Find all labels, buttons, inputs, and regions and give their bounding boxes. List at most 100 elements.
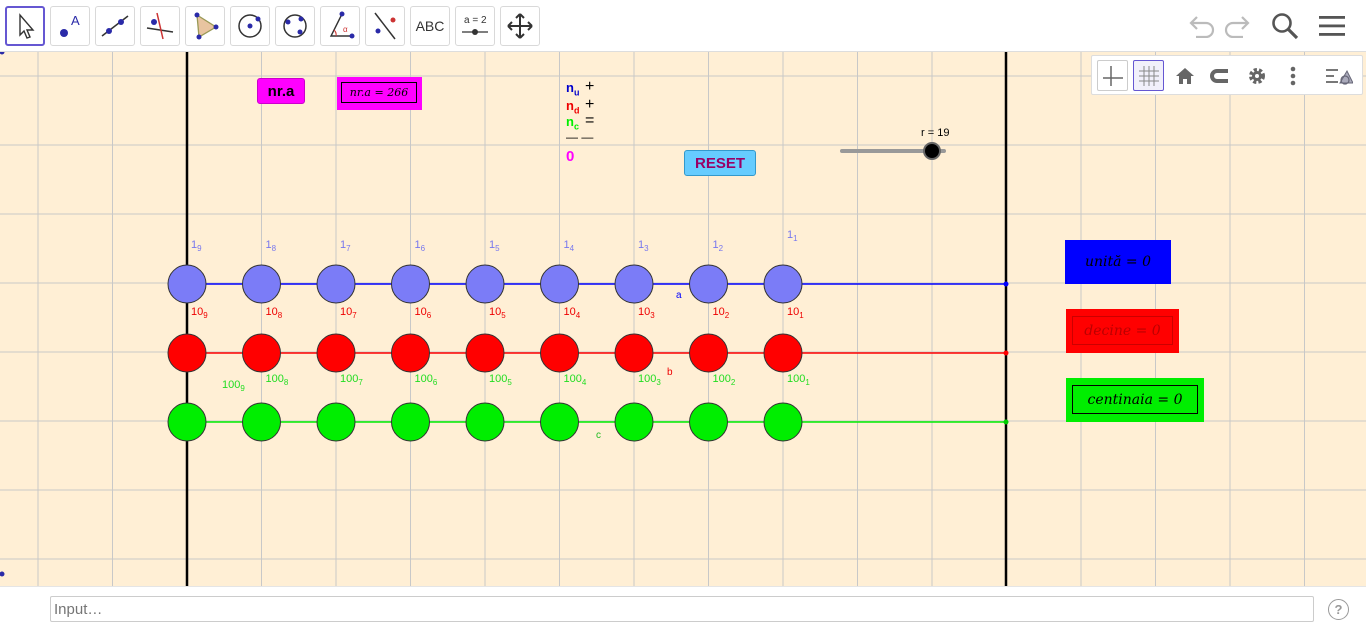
unit-counter[interactable] [242,264,281,304]
unit-counter[interactable] [465,264,505,304]
units-box-text: unită = 0 [1084,254,1152,270]
polygon-tool[interactable] [185,6,225,46]
ten-counter[interactable] [316,333,356,373]
hundred-counter[interactable] [316,402,356,442]
hundred-counter[interactable] [465,402,505,442]
circle-center-icon [238,14,262,38]
hundred-label-index: 5 [507,378,512,387]
text-tool[interactable]: ABC [410,6,450,46]
line-through-points-icon [101,15,129,37]
equals-sign: = [585,112,595,129]
help-icon[interactable]: ? [1328,599,1349,620]
move-graphics-tool[interactable] [500,6,540,46]
unit-label-index: 2 [719,244,724,253]
toggle-axes-button[interactable] [1097,60,1128,91]
hundred-label-index: 6 [433,378,438,387]
slider-icon: a = 2 [462,15,488,35]
line-b-endpoint[interactable] [1003,350,1009,356]
more-options-button[interactable] [1277,60,1308,91]
home-button[interactable] [1169,60,1200,91]
nra-button[interactable]: nr.a [257,78,305,104]
magnet-icon [1209,68,1228,83]
hundred-counter[interactable] [540,402,579,442]
ten-counter[interactable] [540,333,579,373]
main-menu-button[interactable] [1315,10,1349,42]
hundreds-box: centinaia = 0 [1066,378,1204,422]
toggle-style-bar-button[interactable] [1323,60,1354,91]
ten-label-index: 7 [352,311,357,320]
style-bar-toggle-icon [1326,68,1353,85]
ten-counter[interactable] [614,333,654,373]
move-arrows-icon [507,13,533,39]
slider-label: r = 19 [921,127,949,139]
settings-button[interactable] [1241,60,1272,91]
ten-counter[interactable] [763,333,803,373]
ten-counter[interactable] [167,333,207,373]
nra-value-box: nr.a = 266 [337,77,422,110]
undo-button[interactable] [1184,10,1218,42]
ten-counter[interactable] [391,333,430,373]
tens-box: decine = 0 [1066,309,1179,353]
perpendicular-icon [146,12,174,40]
toggle-grid-button[interactable] [1133,60,1164,91]
reflect-icon [374,12,396,40]
graphics-view[interactable]: a b c 19 18 17 16 15 14 13 12 11 109 108 107 106 105… [0,52,1366,586]
unit-label-index: 4 [570,244,575,253]
circle-tool[interactable] [230,6,270,46]
plus-1: + [585,78,595,95]
hundred-label-index: 4 [582,378,587,387]
angle-tool[interactable]: α [320,6,360,46]
svg-text:A: A [71,13,80,28]
ten-counter[interactable] [689,333,728,373]
reset-button[interactable]: RESET [684,150,756,176]
home-icon [1175,67,1194,84]
hamburger-menu-icon [1319,16,1345,36]
search-button[interactable] [1268,10,1302,42]
point-tool[interactable]: A [50,6,90,46]
ten-label-index: 4 [576,311,581,320]
hundred-label-index: 2 [731,378,736,387]
slider-handle[interactable] [923,142,941,160]
redo-button[interactable] [1221,10,1255,42]
hundred-counter[interactable] [242,402,281,442]
undo-icon [1189,16,1215,38]
unit-label-index: 1 [793,234,798,243]
redo-icon [1224,16,1250,38]
point-capturing-button[interactable] [1205,60,1236,91]
line-tool[interactable] [95,6,135,46]
reflect-tool[interactable] [365,6,405,46]
tens-box-text: decine = 0 [1072,316,1173,345]
ellipse-tool[interactable] [275,6,315,46]
hundreds-box-text: centinaia = 0 [1072,385,1198,414]
hundred-counter[interactable] [167,402,207,442]
unit-counter[interactable] [391,264,430,304]
unit-counter[interactable] [614,264,654,304]
perpendicular-line-tool[interactable] [140,6,180,46]
unit-counter[interactable] [316,264,356,304]
line-a-endpoint[interactable] [1003,281,1009,287]
line-c-label: c [596,430,601,441]
hundred-counter[interactable] [689,402,728,442]
slider-tool[interactable]: a = 2 [455,6,495,46]
move-tool[interactable] [5,6,45,46]
axes-icon [1102,65,1123,86]
unit-label-index: 3 [644,244,649,253]
sum-result: 0 [566,148,575,165]
ten-counter[interactable] [465,333,505,373]
ten-counter[interactable] [242,333,281,373]
svg-text:a = 2: a = 2 [464,15,487,26]
unit-counter[interactable] [763,264,803,304]
ten-label-index: 3 [650,311,655,320]
hundred-label-index: 1 [805,378,810,387]
hundred-counter[interactable] [763,402,803,442]
line-c-endpoint[interactable] [1003,419,1009,425]
kebab-menu-icon [1290,66,1295,85]
unit-counter[interactable] [167,264,207,304]
algebra-input-field[interactable] [50,596,1314,622]
hundred-counter[interactable] [391,402,430,442]
unit-counter[interactable] [689,264,728,304]
gear-icon [1248,67,1265,84]
unit-counter[interactable] [540,264,579,304]
hundred-counter[interactable] [614,402,654,442]
ten-label-index: 9 [203,311,208,320]
